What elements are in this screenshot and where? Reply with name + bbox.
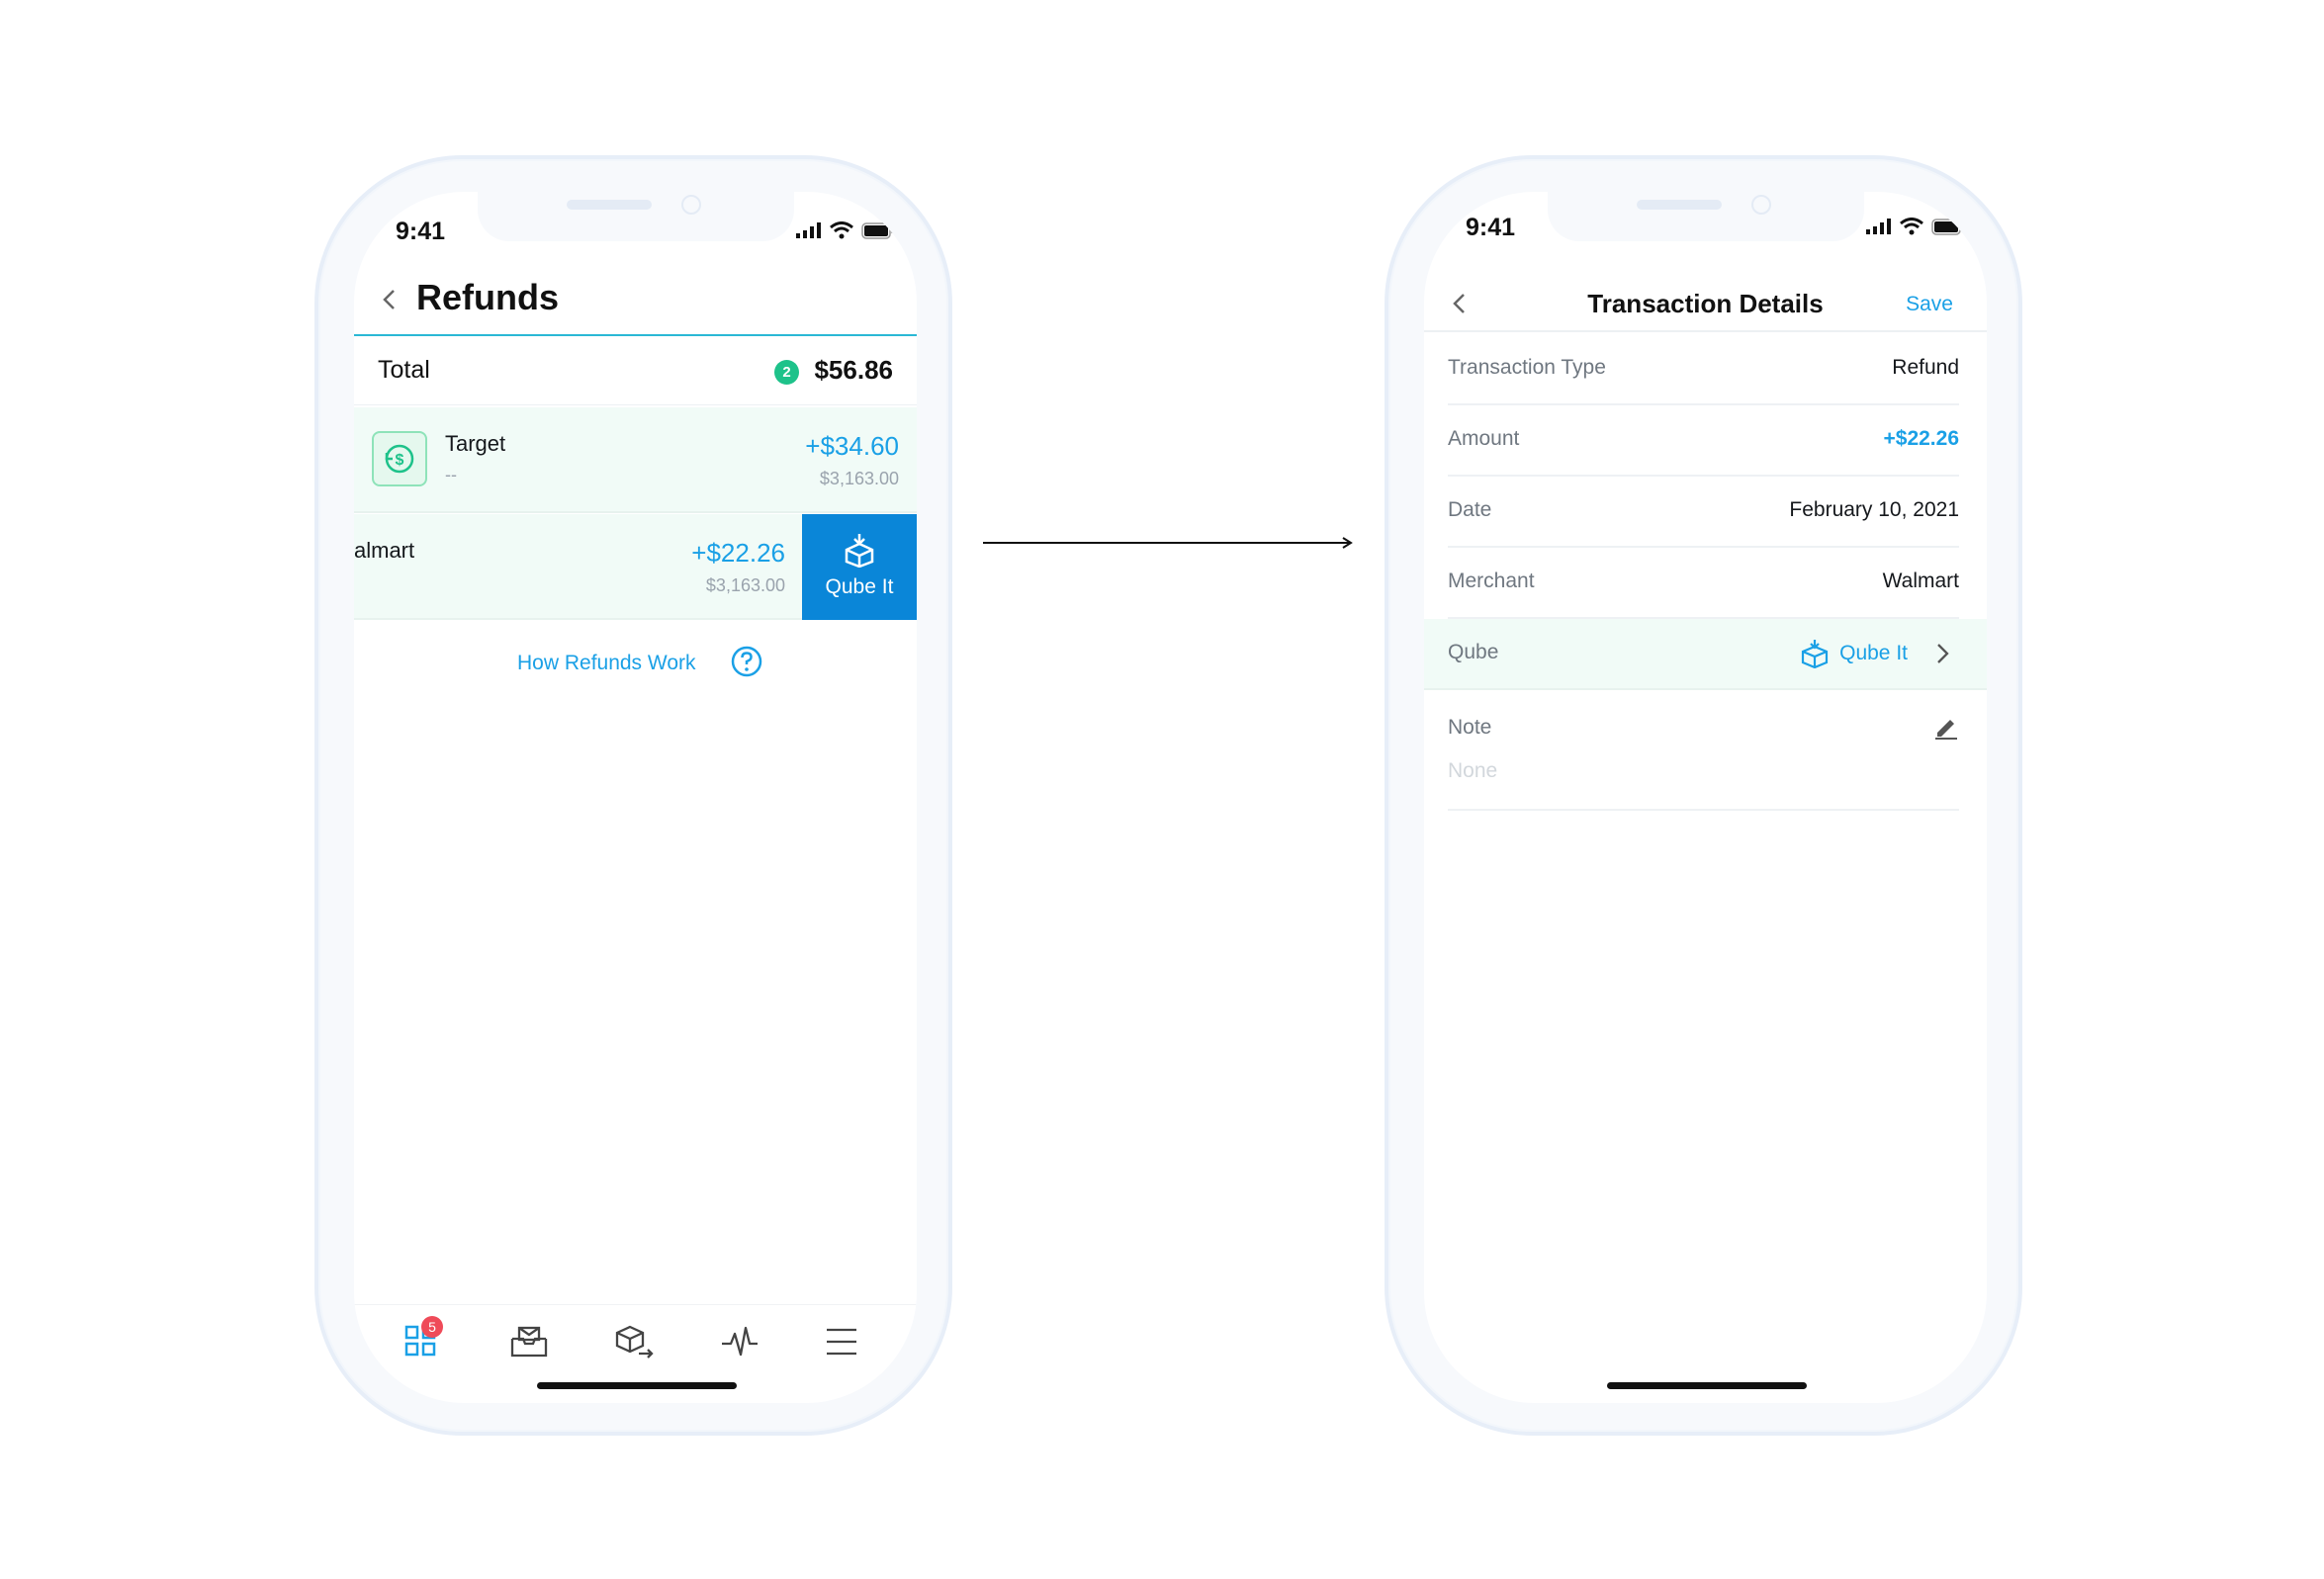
back-chevron-icon[interactable] xyxy=(378,285,402,314)
signal-icon xyxy=(1866,219,1891,234)
detail-value: Refund xyxy=(1892,356,1959,379)
detail-row-transaction-type: Transaction Type Refund xyxy=(1448,334,1959,405)
total-count-badge: 2 xyxy=(774,360,799,385)
inbox-icon xyxy=(510,1326,548,1358)
note-label: Note xyxy=(1448,716,1492,739)
notch xyxy=(478,192,794,241)
qube-it-label: Qube It xyxy=(825,575,894,598)
phone-frame-left: 9:41 Refunds Total 2 $56.86 $ Target -- … xyxy=(314,155,952,1436)
detail-row-merchant: Merchant Walmart xyxy=(1448,548,1959,619)
qube-icon xyxy=(845,534,874,568)
bottom-tab-bar: 5 xyxy=(354,1304,917,1365)
tab-menu[interactable] xyxy=(825,1319,864,1359)
svg-text:$: $ xyxy=(396,452,404,469)
how-refunds-work-link[interactable]: How Refunds Work xyxy=(517,652,696,675)
transaction-row-walmart[interactable]: almart +$22.26 $3,163.00 Qube It xyxy=(354,514,917,620)
detail-label: Merchant xyxy=(1448,570,1535,592)
status-icons xyxy=(796,221,895,239)
transaction-merchant: Target xyxy=(445,431,506,456)
page-title: Transaction Details xyxy=(1587,289,1824,318)
qube-it-link[interactable]: Qube It xyxy=(1800,639,1953,668)
signal-icon xyxy=(796,222,821,238)
refunds-header: Refunds xyxy=(354,273,917,322)
transaction-amount: +$34.60 xyxy=(805,431,899,461)
detail-row-amount: Amount +$22.26 xyxy=(1448,405,1959,477)
qube-it-label: Qube It xyxy=(1839,642,1908,664)
detail-row-date: Date February 10, 2021 xyxy=(1448,477,1959,548)
detail-label: Amount xyxy=(1448,427,1520,450)
chevron-right-icon xyxy=(1937,644,1949,663)
tab-activity[interactable] xyxy=(720,1319,760,1359)
detail-label: Transaction Type xyxy=(1448,356,1606,379)
detail-label: Qube xyxy=(1448,641,1499,663)
detail-row-note[interactable]: Note None xyxy=(1448,692,1959,811)
battery-icon xyxy=(861,221,894,239)
total-value: $56.86 xyxy=(814,355,893,385)
detail-value: February 10, 2021 xyxy=(1789,498,1959,521)
note-value: None xyxy=(1448,759,1498,782)
detail-value: +$22.26 xyxy=(1883,427,1960,450)
menu-icon xyxy=(827,1328,856,1356)
detail-label: Date xyxy=(1448,498,1492,521)
qube-send-icon xyxy=(615,1325,654,1359)
status-time: 9:41 xyxy=(396,218,446,245)
transaction-subtext: -- xyxy=(445,465,457,484)
transaction-details-header: Transaction Details Save xyxy=(1424,273,1987,332)
total-label: Total xyxy=(378,356,430,384)
help-circle-icon[interactable] xyxy=(730,645,763,678)
transaction-balance: $3,163.00 xyxy=(705,575,785,595)
transaction-row-target[interactable]: $ Target -- +$34.60 $3,163.00 xyxy=(354,407,917,513)
transaction-merchant: almart xyxy=(354,538,415,563)
home-indicator xyxy=(537,1382,737,1389)
refunds-screen: 9:41 Refunds Total 2 $56.86 $ Target -- … xyxy=(354,192,917,1403)
wifi-icon xyxy=(1900,218,1923,235)
detail-row-qube[interactable]: Qube Qube It xyxy=(1424,619,1987,690)
status-icons xyxy=(1866,218,1965,235)
pencil-icon[interactable] xyxy=(1933,714,1959,740)
qube-icon xyxy=(1802,640,1829,668)
tab-inbox[interactable] xyxy=(509,1319,549,1359)
tab-qubes[interactable] xyxy=(614,1319,654,1359)
refund-icon: $ xyxy=(372,431,427,486)
phone-frame-right: 9:41 Transaction Details Save Transactio… xyxy=(1385,155,2022,1436)
transition-arrow xyxy=(983,537,1353,549)
transaction-balance: $3,163.00 xyxy=(819,469,899,488)
detail-value: Walmart xyxy=(1882,570,1959,592)
activity-icon xyxy=(722,1326,758,1357)
status-time: 9:41 xyxy=(1466,214,1516,241)
battery-icon xyxy=(1931,218,1964,235)
transaction-details-screen: 9:41 Transaction Details Save Transactio… xyxy=(1424,192,1987,1403)
save-button[interactable]: Save xyxy=(1906,293,1953,316)
transaction-amount: +$22.26 xyxy=(691,538,785,568)
wifi-icon xyxy=(830,221,853,239)
page-title: Refunds xyxy=(416,277,559,317)
notification-badge: 5 xyxy=(421,1316,443,1338)
notch xyxy=(1548,192,1864,241)
qube-it-swipe-button[interactable]: Qube It xyxy=(802,514,917,620)
home-indicator xyxy=(1607,1382,1807,1389)
tab-dashboard[interactable]: 5 xyxy=(404,1316,444,1359)
total-row: Total 2 $56.86 xyxy=(354,336,917,405)
